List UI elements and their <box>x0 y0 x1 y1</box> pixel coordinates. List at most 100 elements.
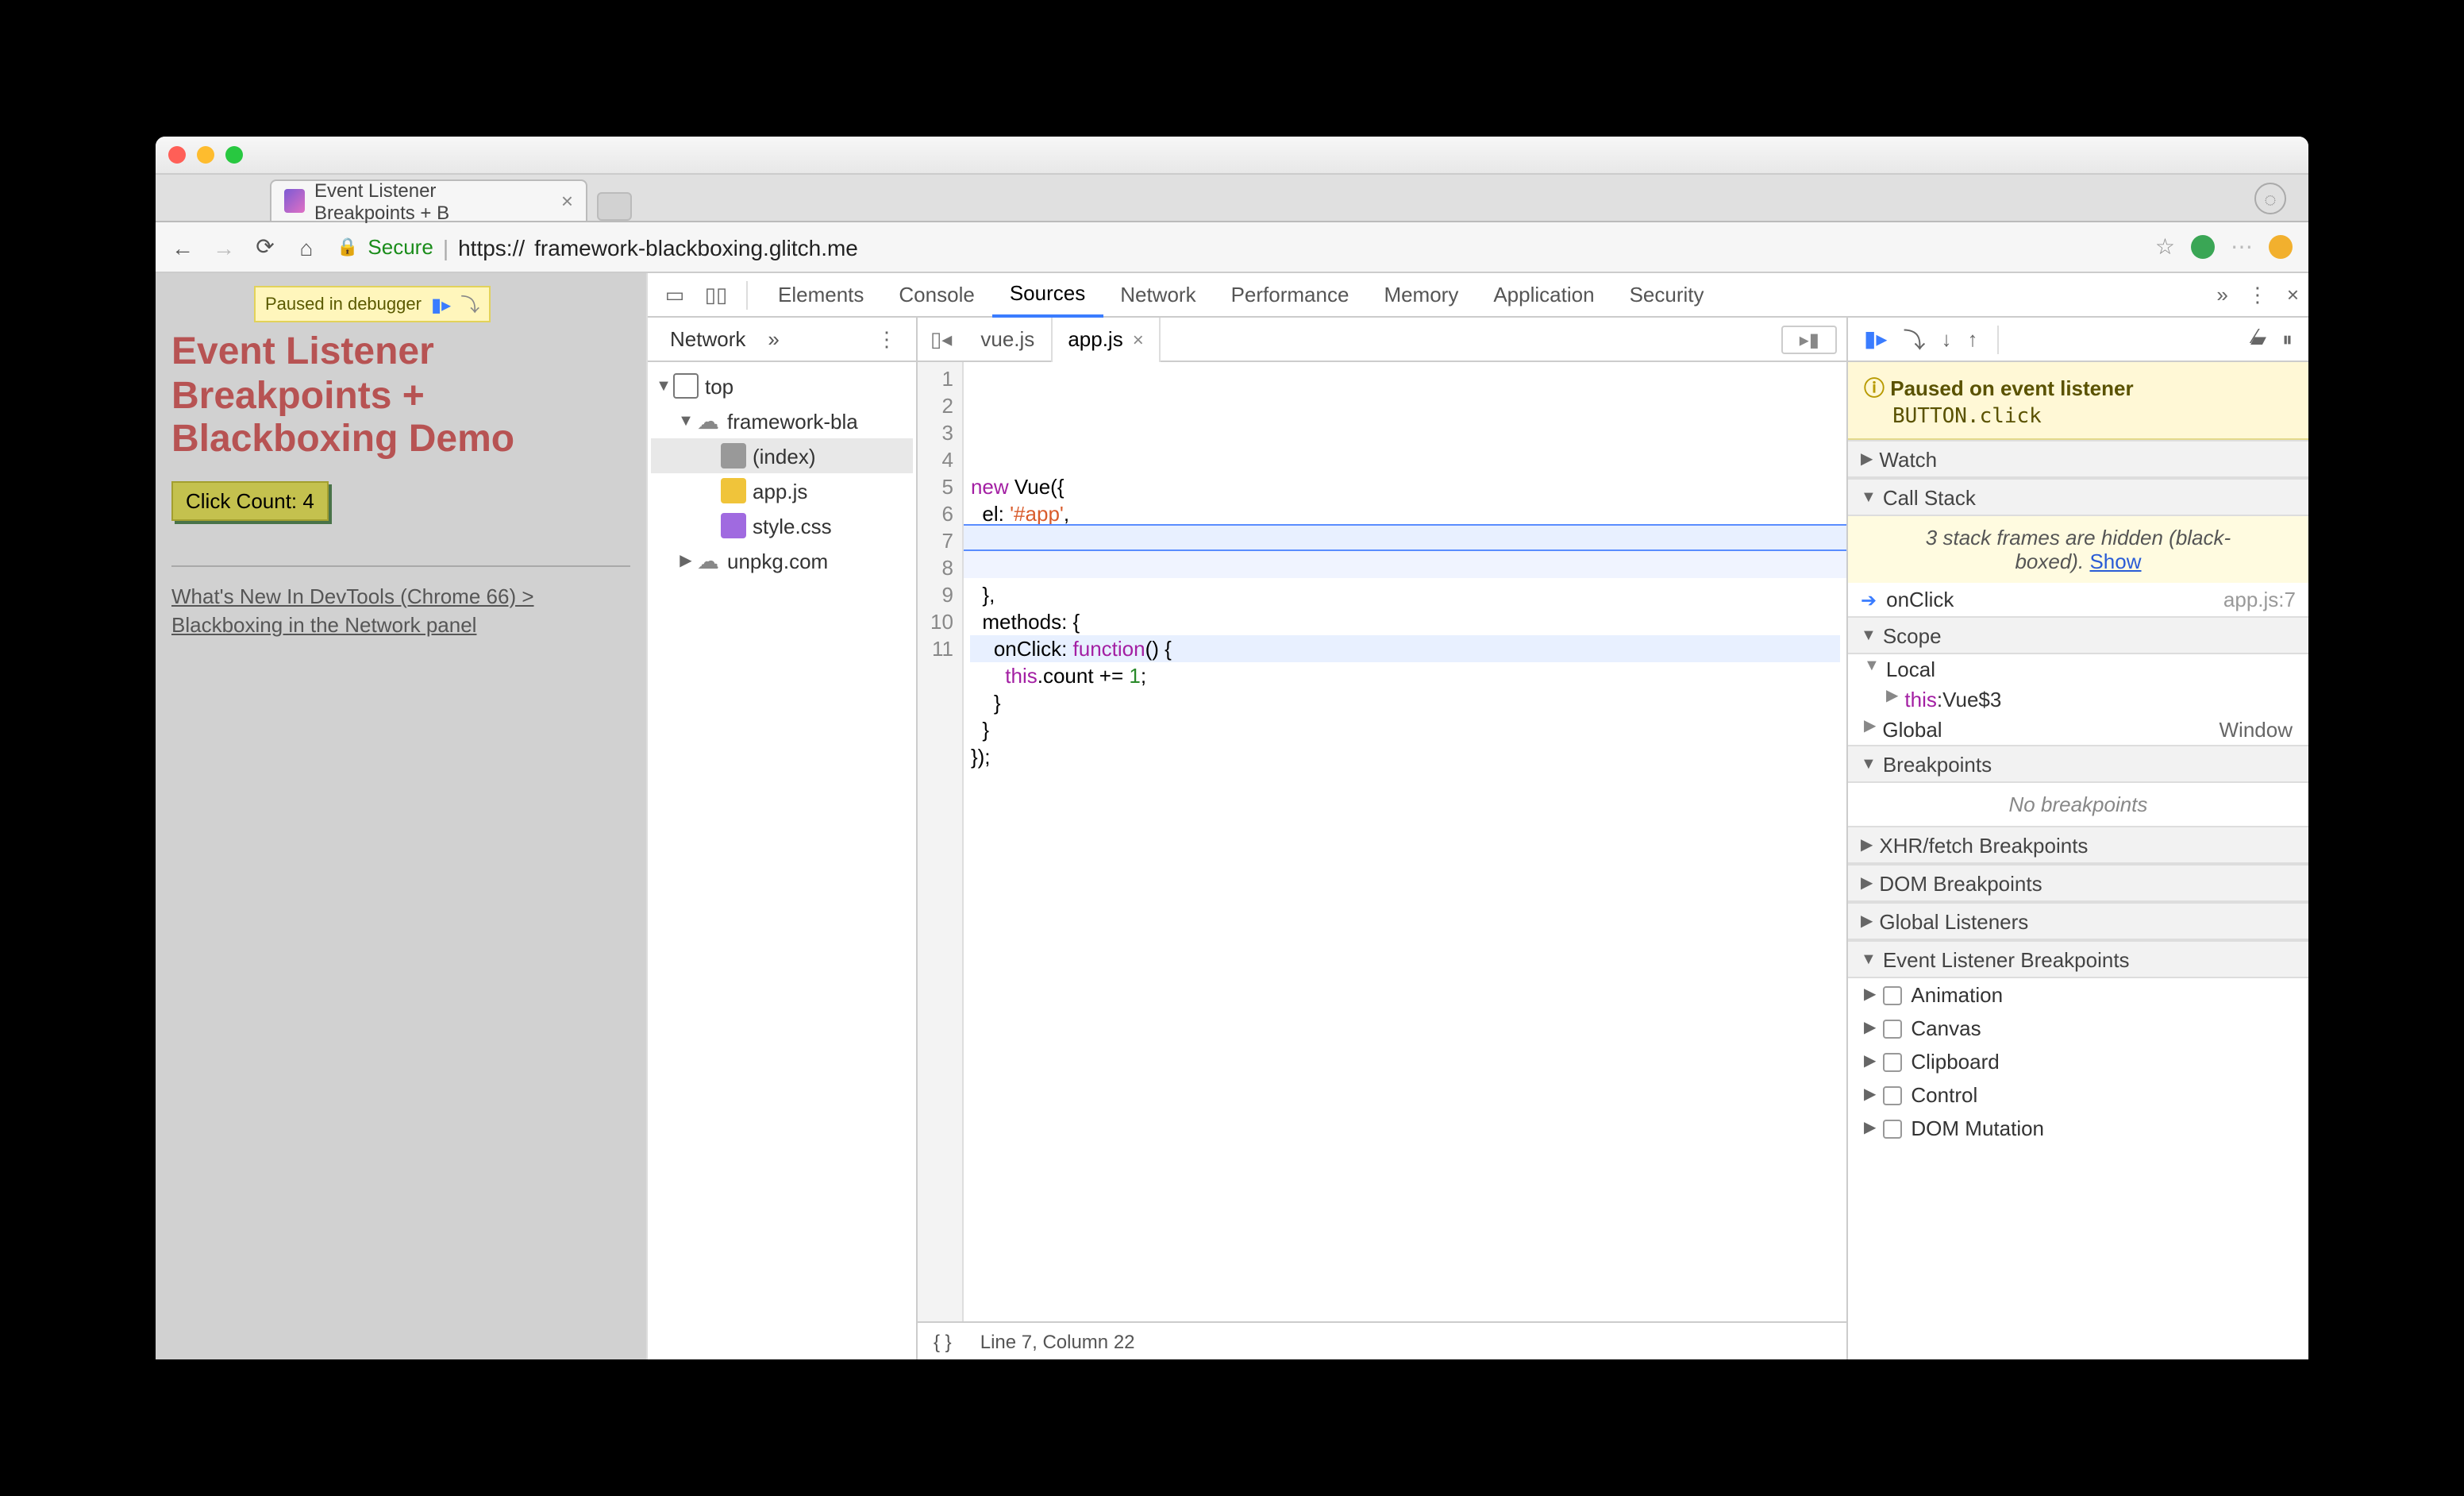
scope-property[interactable]: ▶this: Vue$3 <box>1848 684 2308 715</box>
toolbar: ← → ⟳ ⌂ 🔒 Secure | https://framework-bla… <box>156 222 2308 273</box>
paused-overlay <box>156 273 646 1359</box>
checkbox-icon[interactable] <box>1882 1119 1901 1138</box>
devtools-tab-memory[interactable]: Memory <box>1366 273 1476 317</box>
event-category[interactable]: ▶Animation <box>1848 978 2308 1012</box>
editor-tab[interactable]: vue.js <box>964 318 1052 361</box>
more-tabs-icon[interactable]: » <box>758 327 788 351</box>
toggle-navigator-icon[interactable]: ▯◂ <box>918 326 964 352</box>
reload-button[interactable]: ⟳ <box>254 233 276 260</box>
profile-avatar-icon[interactable]: ◌ <box>2254 183 2286 214</box>
new-tab-button[interactable] <box>597 192 632 221</box>
code-content[interactable]: new Vue({ el: '#app', data: { count: 0 }… <box>964 362 1846 1321</box>
resume-icon[interactable]: ▮▸ <box>431 293 451 315</box>
resume-button[interactable]: ▮▸ <box>1864 326 1887 353</box>
run-snippet-icon[interactable]: ▸▮ <box>1782 325 1837 353</box>
tree-node[interactable]: ▶☁unpkg.com <box>651 543 913 578</box>
forward-button: → <box>213 234 235 260</box>
checkbox-icon[interactable] <box>1882 1085 1901 1105</box>
extension-icon[interactable] <box>2269 235 2293 259</box>
inspect-icon[interactable]: ▭ <box>657 282 692 307</box>
section-breakpoints[interactable]: ▼Breakpoints <box>1848 745 2308 783</box>
section-xhr-breakpoints[interactable]: ▶XHR/fetch Breakpoints <box>1848 826 2308 864</box>
debugger-pane: ▮▸ ⤵ ↓ ↑ ▰⁄ ⏸ Paused on event listener B… <box>1848 318 2308 1359</box>
deactivate-breakpoints-icon[interactable]: ▰⁄ <box>2250 326 2266 352</box>
back-button[interactable]: ← <box>171 234 194 260</box>
tree-file[interactable]: (index) <box>651 438 913 473</box>
checkbox-icon[interactable] <box>1882 1019 1901 1038</box>
kebab-menu-icon[interactable]: ⋮ <box>2247 282 2268 307</box>
tree-file[interactable]: style.css <box>651 508 913 543</box>
minimize-window-icon[interactable] <box>197 146 214 164</box>
step-into-icon[interactable]: ↓ <box>1941 327 1951 351</box>
close-tab-icon[interactable]: × <box>1133 328 1144 350</box>
step-out-icon[interactable]: ↑ <box>1967 327 1977 351</box>
section-event-listener-breakpoints[interactable]: ▼Event Listener Breakpoints <box>1848 940 2308 978</box>
scope-global[interactable]: ▶GlobalWindow <box>1848 715 2308 745</box>
close-devtools-icon[interactable]: × <box>2287 283 2299 307</box>
pause-detail: BUTTON.click <box>1864 405 2293 429</box>
devtools-tab-elements[interactable]: Elements <box>760 273 881 317</box>
devtools-tab-network[interactable]: Network <box>1103 273 1213 317</box>
browser-tab[interactable]: Event Listener Breakpoints + B × <box>270 179 587 221</box>
close-tab-icon[interactable]: × <box>561 189 573 213</box>
event-category[interactable]: ▶Control <box>1848 1078 2308 1112</box>
section-dom-breakpoints[interactable]: ▶DOM Breakpoints <box>1848 864 2308 902</box>
home-button[interactable]: ⌂ <box>295 234 318 260</box>
navigator-tab[interactable]: Network <box>657 327 758 351</box>
extension-icon[interactable]: ⋯ <box>2231 233 2253 260</box>
kebab-menu-icon[interactable]: ⋮ <box>867 326 907 352</box>
cloud-icon: ☁ <box>695 408 721 434</box>
maximize-window-icon[interactable] <box>225 146 243 164</box>
current-frame-icon: ➔ <box>1861 588 1877 611</box>
lock-icon: 🔒 <box>337 237 358 257</box>
navigator-pane: Network » ⋮ ▼top ▼☁framework-bla (index)… <box>648 318 918 1359</box>
event-category[interactable]: ▶Canvas <box>1848 1012 2308 1045</box>
event-category[interactable]: ▶Clipboard <box>1848 1045 2308 1078</box>
secure-label: Secure <box>368 235 433 259</box>
tab-title: Event Listener Breakpoints + B <box>314 179 541 223</box>
event-categories: ▶Animation▶Canvas▶Clipboard▶Control▶DOM … <box>1848 978 2308 1145</box>
favicon-icon <box>284 189 305 213</box>
address-bar[interactable]: 🔒 Secure | https://framework-blackboxing… <box>337 234 2136 260</box>
file-icon <box>721 513 746 538</box>
tree-node[interactable]: ▼top <box>651 368 913 403</box>
devtools-tab-console[interactable]: Console <box>881 273 991 317</box>
devtools-tab-security[interactable]: Security <box>1612 273 1722 317</box>
device-toggle-icon[interactable]: ▯▯ <box>699 282 733 307</box>
section-callstack[interactable]: ▼Call Stack <box>1848 478 2308 516</box>
tree-node[interactable]: ▼☁framework-bla <box>651 403 913 438</box>
pause-exceptions-icon[interactable]: ⏸ <box>2282 326 2293 352</box>
editor-tab[interactable]: app.js× <box>1052 318 1161 361</box>
editor-tabstrip: ▯◂ vue.js app.js× ▸▮ <box>918 318 1846 362</box>
content-area: Event Listener Breakpoints + Blackboxing… <box>156 273 2308 1359</box>
devtools-tab-sources[interactable]: Sources <box>992 273 1103 317</box>
debugger-toolbar: ▮▸ ⤵ ↓ ↑ ▰⁄ ⏸ <box>1848 318 2308 362</box>
more-tabs-icon[interactable]: » <box>2216 283 2227 307</box>
section-scope[interactable]: ▼Scope <box>1848 616 2308 654</box>
pause-banner: Paused on event listener BUTTON.click <box>1848 362 2308 440</box>
extension-icon[interactable] <box>2191 235 2215 259</box>
step-icon[interactable]: ⤵ <box>460 291 479 318</box>
stack-frame[interactable]: ➔ onClick app.js:7 <box>1848 583 2308 616</box>
code-editor[interactable]: 1234567891011 new Vue({ el: '#app', data… <box>918 362 1846 1321</box>
checkbox-icon[interactable] <box>1882 985 1901 1004</box>
bookmark-icon[interactable]: ☆ <box>2155 233 2175 260</box>
step-over-icon[interactable]: ⤵ <box>1903 323 1925 355</box>
devtools-tab-application[interactable]: Application <box>1476 273 1611 317</box>
frame-location[interactable]: app.js:7 <box>2223 588 2296 611</box>
line-gutter: 1234567891011 <box>918 362 964 1321</box>
section-global-listeners[interactable]: ▶Global Listeners <box>1848 902 2308 940</box>
braces-icon[interactable]: { } <box>934 1330 952 1352</box>
show-blackboxed-link[interactable]: Show <box>2089 549 2141 573</box>
breakpoints-empty: No breakpoints <box>1848 783 2308 826</box>
blackbox-message: 3 stack frames are hidden (black-boxed).… <box>1848 516 2308 583</box>
devtools-tab-performance[interactable]: Performance <box>1214 273 1367 317</box>
event-category[interactable]: ▶DOM Mutation <box>1848 1112 2308 1145</box>
tree-file[interactable]: app.js <box>651 473 913 508</box>
close-window-icon[interactable] <box>168 146 186 164</box>
checkbox-icon[interactable] <box>1882 1052 1901 1071</box>
devtools-tabs: ElementsConsoleSourcesNetworkPerformance… <box>760 273 1722 317</box>
section-watch[interactable]: ▶Watch <box>1848 440 2308 478</box>
toolbar-right: ☆ ⋯ <box>2155 233 2293 260</box>
scope-local[interactable]: ▼Local <box>1848 654 2308 684</box>
